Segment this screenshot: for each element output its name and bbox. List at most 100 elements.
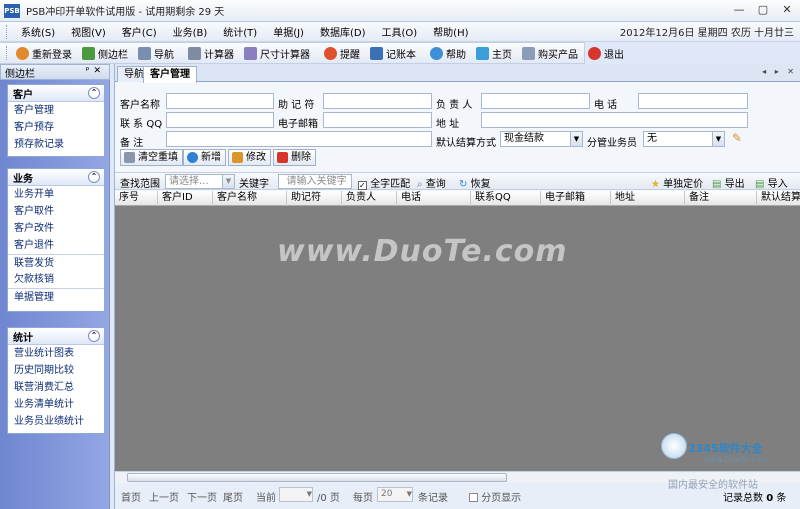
- reset-button[interactable]: 清空重填: [120, 149, 183, 166]
- sidebar-item-business-list[interactable]: 业务清单统计: [8, 396, 104, 413]
- help-icon: [430, 46, 443, 60]
- tab-scroll-icons[interactable]: ◂ ▸ ✕: [762, 67, 797, 76]
- last-page-button[interactable]: 尾页: [223, 489, 243, 504]
- account-book-button[interactable]: 记账本: [365, 43, 421, 63]
- sidebar-item-joint-summary[interactable]: 联营消费汇总: [8, 379, 104, 396]
- collapse-icon[interactable]: ⌃: [88, 171, 100, 183]
- menu-system[interactable]: 系统(S): [13, 24, 63, 39]
- qq-field[interactable]: [166, 112, 274, 128]
- menu-view[interactable]: 视图(V): [63, 24, 114, 39]
- column-customer-id[interactable]: 客户ID: [158, 191, 213, 206]
- menu-statistics[interactable]: 统计(T): [215, 24, 265, 39]
- query-button[interactable]: ⌕ 查询: [417, 175, 446, 190]
- chevron-down-icon[interactable]: ▼: [407, 488, 412, 501]
- export-button[interactable]: ▤ 导出: [712, 175, 745, 190]
- add-button[interactable]: 新增: [183, 149, 226, 166]
- navigation-button[interactable]: 导航: [133, 43, 179, 63]
- sidebar-item-joint-shipping[interactable]: 联营发货: [8, 254, 104, 271]
- group-header[interactable]: 统计 ⌃: [8, 328, 104, 345]
- column-qq[interactable]: 联系QQ: [471, 191, 541, 206]
- settle-method-select[interactable]: 现金结款 ▼: [500, 131, 583, 147]
- sidebar-close-icon[interactable]: ✕: [93, 66, 105, 76]
- sidebar-toggle-button[interactable]: 侧边栏: [77, 43, 133, 63]
- per-page-select[interactable]: 20 ▼: [377, 487, 413, 502]
- column-memo-code[interactable]: 助记符: [287, 191, 342, 206]
- column-manager[interactable]: 负责人: [342, 191, 397, 206]
- minimize-button[interactable]: —: [732, 3, 746, 17]
- fullmatch-checkbox[interactable]: ✓ 全字匹配: [358, 175, 410, 190]
- remark-field[interactable]: [166, 131, 432, 147]
- email-field[interactable]: [323, 112, 432, 128]
- buy-product-button[interactable]: 购买产品: [517, 43, 583, 63]
- collapse-icon[interactable]: ⌃: [88, 87, 100, 99]
- menu-help[interactable]: 帮助(H): [425, 24, 476, 39]
- chevron-down-icon[interactable]: ▼: [307, 488, 312, 501]
- menu-database[interactable]: 数据库(D): [312, 24, 374, 39]
- sidebar-item-customer-management[interactable]: 客户管理: [8, 102, 104, 119]
- reminder-label: 提醒: [340, 49, 360, 61]
- menu-documents[interactable]: 单据(J): [265, 24, 312, 39]
- group-header[interactable]: 客户 ⌃: [8, 85, 104, 102]
- sidebar-item-modify[interactable]: 客户改件: [8, 220, 104, 237]
- date-display: 2012年12月6日 星期四 农历 十月廿三: [619, 28, 794, 39]
- exit-button[interactable]: 退出: [583, 43, 629, 63]
- column-email[interactable]: 电子邮箱: [541, 191, 611, 206]
- search-range-select[interactable]: 请选择... ▼: [165, 174, 235, 189]
- column-address[interactable]: 地址: [611, 191, 685, 206]
- first-page-button[interactable]: 首页: [121, 489, 141, 504]
- column-default-settle[interactable]: 默认结算: [757, 191, 800, 206]
- close-button[interactable]: ✕: [780, 3, 794, 17]
- edit-button[interactable]: 修改: [228, 149, 271, 166]
- sidebar-item-customer-deposit[interactable]: 客户预存: [8, 119, 104, 136]
- size-calculator-button[interactable]: 尺寸计算器: [239, 43, 315, 63]
- keyword-input[interactable]: 请输入关键字: [278, 174, 352, 189]
- import-button[interactable]: ▤ 导入: [755, 175, 788, 190]
- chevron-down-icon[interactable]: ▼: [570, 132, 582, 146]
- sidebar-item-debt-writeoff[interactable]: 欠款核销: [8, 271, 104, 288]
- settle-method-label: 默认结算方式: [436, 138, 496, 149]
- customer-name-field[interactable]: [166, 93, 274, 109]
- menu-business[interactable]: 业务(B): [165, 24, 216, 39]
- delete-button[interactable]: 删除: [273, 149, 316, 166]
- phone-field[interactable]: [638, 93, 748, 109]
- sidebar-item-sales-chart[interactable]: 营业统计图表: [8, 345, 104, 362]
- single-price-button[interactable]: ★ 单独定价: [651, 175, 703, 190]
- export-icon: ▤: [712, 179, 722, 190]
- salesman-select[interactable]: 无 ▼: [643, 131, 725, 147]
- sidebar-item-salesman-performance[interactable]: 业务员业绩统计: [8, 413, 104, 430]
- paged-display-checkbox[interactable]: 分页显示: [469, 489, 521, 504]
- relogin-button[interactable]: 重新登录: [11, 43, 77, 63]
- manager-field[interactable]: [481, 93, 590, 109]
- menu-tools[interactable]: 工具(O): [373, 24, 425, 39]
- column-phone[interactable]: 电话: [397, 191, 471, 206]
- column-index[interactable]: 序号: [115, 191, 158, 206]
- help-button[interactable]: 帮助: [425, 43, 471, 63]
- current-page-input[interactable]: ▼: [279, 487, 313, 502]
- sidebar-item-yoy-comparison[interactable]: 历史同期比较: [8, 362, 104, 379]
- sidebar-item-create-order[interactable]: 业务开单: [8, 186, 104, 203]
- chevron-down-icon[interactable]: ▼: [712, 132, 724, 146]
- column-customer-name[interactable]: 客户名称: [213, 191, 287, 206]
- magnifier-icon: ⌕: [417, 179, 423, 190]
- pencil-icon[interactable]: ✎: [732, 131, 742, 145]
- restore-button[interactable]: ▢: [756, 3, 770, 17]
- address-field[interactable]: [481, 112, 748, 128]
- chevron-down-icon[interactable]: ▼: [222, 175, 234, 188]
- column-remark[interactable]: 备注: [685, 191, 757, 206]
- menu-customer[interactable]: 客户(C): [114, 24, 165, 39]
- tab-customer-management[interactable]: 客户管理: [143, 66, 197, 83]
- prev-page-button[interactable]: 上一页: [149, 489, 179, 504]
- scrollbar-thumb[interactable]: [127, 473, 507, 482]
- sidebar-item-deposit-records[interactable]: 预存款记录: [8, 136, 104, 153]
- restore-button[interactable]: ↻ 恢复: [459, 175, 491, 190]
- reminder-button[interactable]: 提醒: [319, 43, 365, 63]
- collapse-icon[interactable]: ⌃: [88, 330, 100, 342]
- sidebar-item-pickup[interactable]: 客户取件: [8, 203, 104, 220]
- calculator-button[interactable]: 计算器: [183, 43, 239, 63]
- sidebar-item-document-management[interactable]: 单据管理: [8, 288, 104, 305]
- homepage-button[interactable]: 主页: [471, 43, 517, 63]
- next-page-button[interactable]: 下一页: [187, 489, 217, 504]
- group-header[interactable]: 业务 ⌃: [8, 169, 104, 186]
- sidebar-item-return[interactable]: 客户退件: [8, 237, 104, 254]
- memo-code-field[interactable]: [323, 93, 432, 109]
